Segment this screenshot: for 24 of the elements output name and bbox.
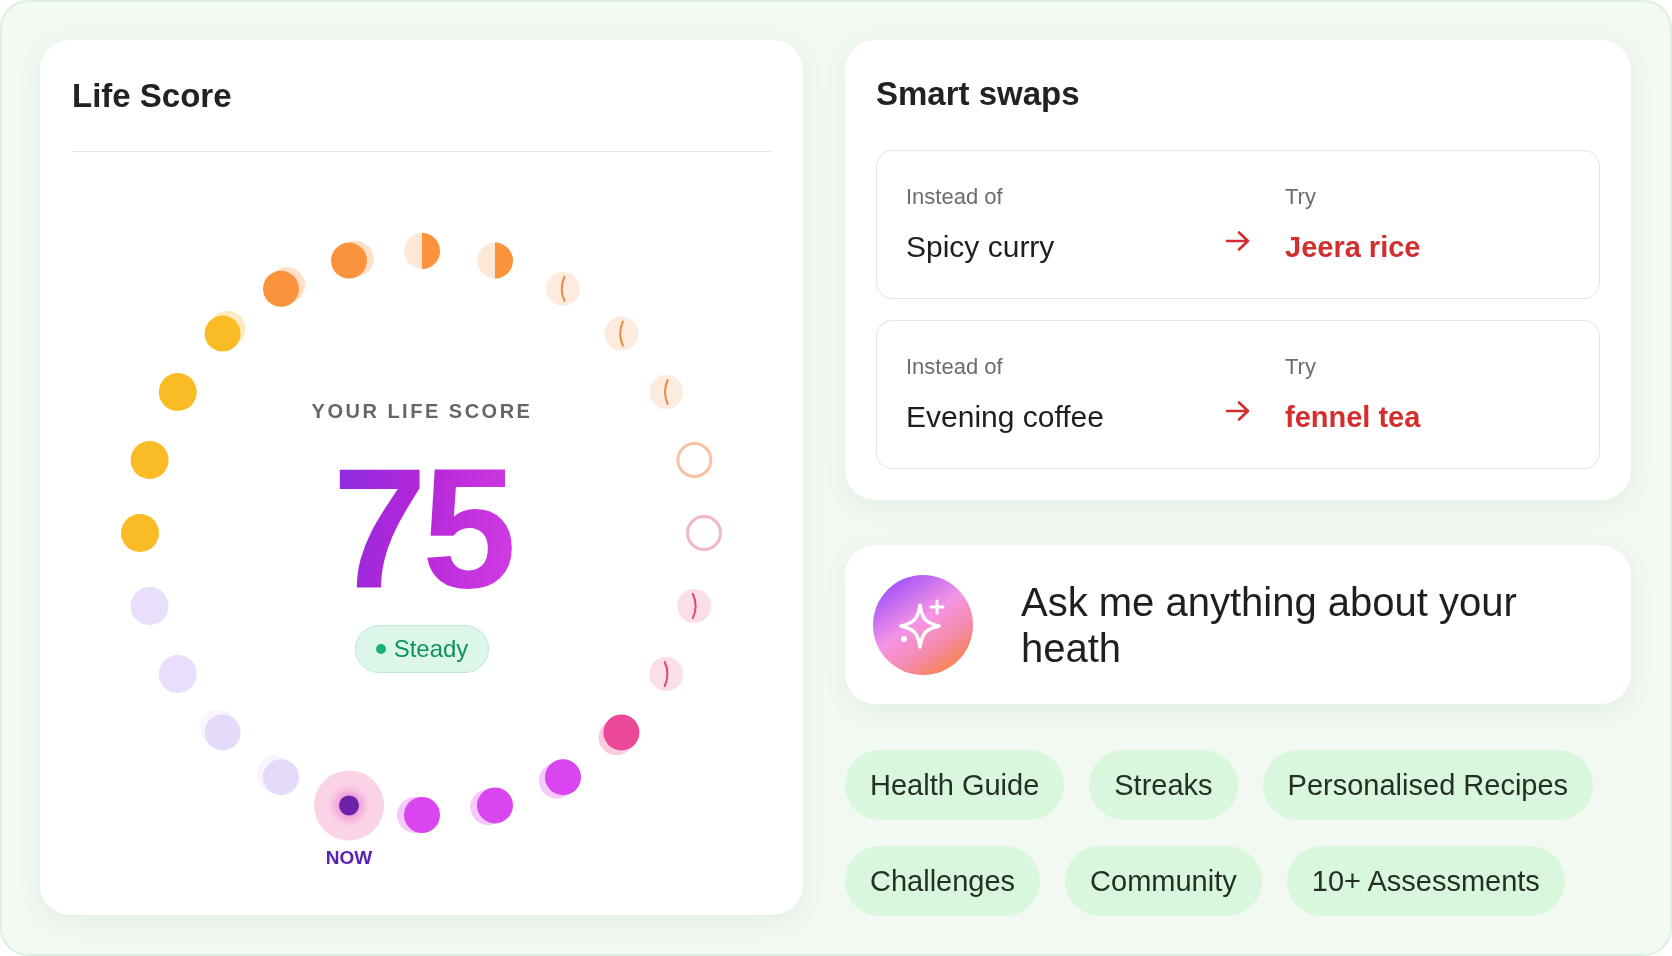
instead-of-label: Instead of xyxy=(906,184,1003,210)
status-dot-icon xyxy=(375,644,386,654)
suggested-food: fennel tea xyxy=(1285,400,1421,435)
feature-chip[interactable]: Streaks xyxy=(1089,750,1238,820)
feature-chip[interactable]: 10+ Assessments xyxy=(1286,846,1565,916)
sparkle-icon xyxy=(873,574,973,675)
card-title: Life Score xyxy=(72,76,232,116)
status-text: Steady xyxy=(393,635,469,663)
instead-of-label: Instead of xyxy=(906,354,1003,380)
suggested-food: Jeera rice xyxy=(1285,230,1421,265)
try-label: Try xyxy=(1285,354,1316,380)
now-label: NOW xyxy=(325,847,373,869)
score-label: YOUR LIFE SCORE xyxy=(311,399,533,424)
current-food: Evening coffee xyxy=(906,399,1104,435)
feature-chip[interactable]: Health Guide xyxy=(845,750,1065,820)
arrow-icon xyxy=(1224,398,1252,423)
ask-prompt-text: Ask me anything about your heath xyxy=(1021,578,1518,671)
try-label: Try xyxy=(1285,184,1316,210)
feature-chip[interactable]: Personalised Recipes xyxy=(1262,750,1594,820)
card-title: Smart swaps xyxy=(876,74,1080,114)
feature-chip[interactable]: Community xyxy=(1065,846,1262,916)
arrow-icon xyxy=(1224,228,1252,253)
current-food: Spicy curry xyxy=(906,229,1055,265)
feature-chip[interactable]: Challenges xyxy=(845,846,1041,916)
